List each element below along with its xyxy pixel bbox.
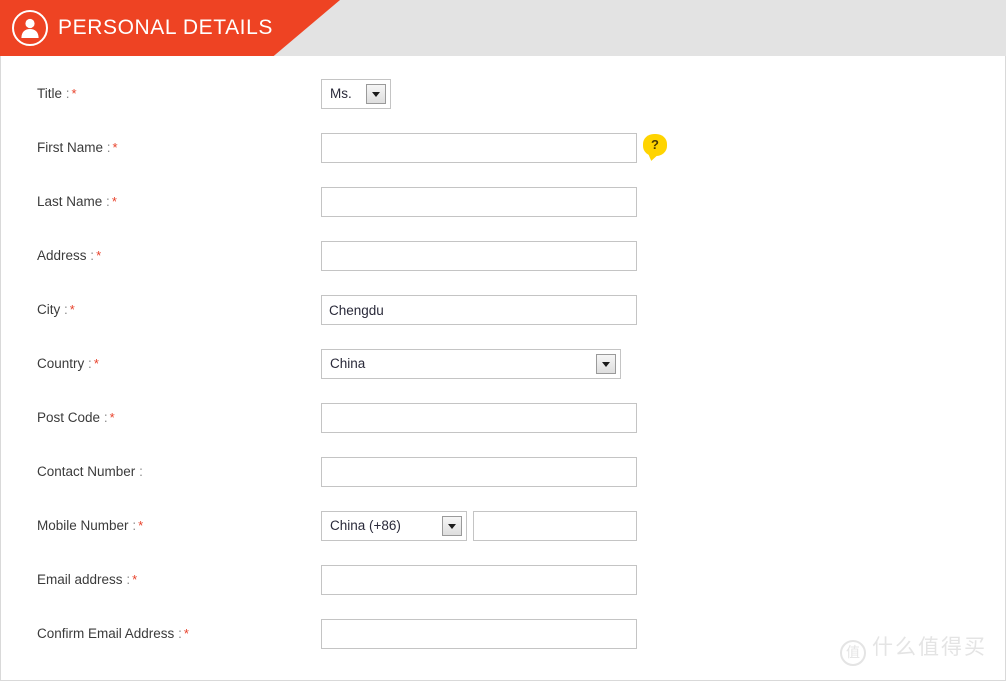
required-marker: *	[93, 356, 99, 371]
label-text: Post Code	[37, 410, 101, 425]
form-row-mobile-number: Mobile Number : * China (+86)	[1, 511, 1005, 565]
field-city	[321, 295, 637, 325]
required-marker: *	[112, 140, 118, 155]
label-text: Title	[37, 86, 63, 101]
label-colon: :	[103, 410, 108, 425]
field-last-name	[321, 187, 637, 217]
label-colon: :	[65, 86, 70, 101]
required-marker: *	[69, 302, 75, 317]
label-colon: :	[90, 248, 95, 263]
label-text: Country	[37, 356, 85, 371]
form-row-city: City : *	[1, 295, 1005, 349]
label-title: Title : *	[37, 79, 77, 109]
page-title: PERSONAL DETAILS	[58, 16, 273, 39]
label-colon: :	[139, 464, 143, 479]
chevron-down-icon[interactable]	[366, 84, 386, 104]
label-confirm-email-address: Confirm Email Address : *	[37, 619, 189, 649]
personal-details-page: PERSONAL DETAILS Title : * Ms. First Name :…	[0, 0, 1006, 692]
page-header: PERSONAL DETAILS	[0, 0, 1006, 56]
label-text: Confirm Email Address	[37, 626, 175, 641]
label-colon: :	[64, 302, 68, 317]
form-row-contact-number: Contact Number :	[1, 457, 1005, 511]
label-colon: :	[106, 140, 111, 155]
label-country: Country : *	[37, 349, 99, 379]
form-row-address: Address : *	[1, 241, 1005, 295]
confirm-email-address-input[interactable]	[321, 619, 637, 649]
help-icon-glyph: ?	[651, 137, 659, 152]
city-input[interactable]	[321, 295, 637, 325]
field-title: Ms.	[321, 79, 391, 109]
label-email-address: Email address : *	[37, 565, 137, 595]
label-colon: :	[106, 194, 110, 209]
required-marker: *	[109, 410, 115, 425]
form-row-country: Country : * China	[1, 349, 1005, 403]
field-address	[321, 241, 637, 271]
title-select-value: Ms.	[330, 86, 352, 101]
label-post-code: Post Code : *	[37, 403, 115, 433]
form-row-first-name: First Name : *?	[1, 133, 1005, 187]
form-panel: Title : * Ms. First Name : *? Last Name : * Add…	[0, 56, 1006, 681]
label-text: Last Name	[37, 194, 103, 209]
title-select[interactable]: Ms.	[321, 79, 391, 109]
label-colon: :	[88, 356, 92, 371]
help-icon[interactable]: ?	[643, 134, 667, 162]
first-name-input[interactable]	[321, 133, 637, 163]
label-colon: :	[132, 518, 137, 533]
chevron-down-icon[interactable]	[442, 516, 462, 536]
mobile-number-country-code-select-value: China (+86)	[330, 518, 401, 533]
form-row-title: Title : * Ms.	[1, 79, 1005, 133]
label-address: Address : *	[37, 241, 101, 271]
country-select-value: China	[330, 356, 366, 371]
last-name-input[interactable]	[321, 187, 637, 217]
label-colon: :	[126, 572, 131, 587]
mobile-number-input[interactable]	[473, 511, 637, 541]
watermark-logo: 值	[840, 640, 866, 666]
form-row-post-code: Post Code : *	[1, 403, 1005, 457]
required-marker: *	[111, 194, 117, 209]
contact-number-input[interactable]	[321, 457, 637, 487]
field-contact-number	[321, 457, 637, 487]
required-marker: *	[183, 626, 189, 641]
field-first-name	[321, 133, 637, 163]
field-mobile-number: China (+86)	[321, 511, 637, 541]
field-email-address	[321, 565, 637, 595]
field-confirm-email-address	[321, 619, 637, 649]
mobile-number-country-code-select[interactable]: China (+86)	[321, 511, 467, 541]
label-last-name: Last Name : *	[37, 187, 117, 217]
watermark: 值什么值得买	[840, 631, 987, 666]
label-first-name: First Name : *	[37, 133, 118, 163]
required-marker: *	[71, 86, 77, 101]
label-text: Contact Number	[37, 464, 136, 479]
watermark-text: 什么值得买	[872, 636, 987, 659]
required-marker: *	[96, 248, 102, 263]
label-text: Address	[37, 248, 87, 263]
label-mobile-number: Mobile Number : *	[37, 511, 143, 541]
field-country: China	[321, 349, 621, 379]
country-select[interactable]: China	[321, 349, 621, 379]
label-colon: :	[178, 626, 182, 641]
form-row-last-name: Last Name : *	[1, 187, 1005, 241]
label-city: City : *	[37, 295, 75, 325]
person-icon	[12, 10, 48, 46]
label-text: First Name	[37, 140, 104, 155]
address-input[interactable]	[321, 241, 637, 271]
label-text: City	[37, 302, 61, 317]
label-contact-number: Contact Number :	[37, 457, 143, 487]
required-marker: *	[132, 572, 138, 587]
form-row-email-address: Email address : *	[1, 565, 1005, 619]
required-marker: *	[138, 518, 144, 533]
label-text: Mobile Number	[37, 518, 129, 533]
label-text: Email address	[37, 572, 123, 587]
chevron-down-icon[interactable]	[596, 354, 616, 374]
email-address-input[interactable]	[321, 565, 637, 595]
field-post-code	[321, 403, 637, 433]
post-code-input[interactable]	[321, 403, 637, 433]
